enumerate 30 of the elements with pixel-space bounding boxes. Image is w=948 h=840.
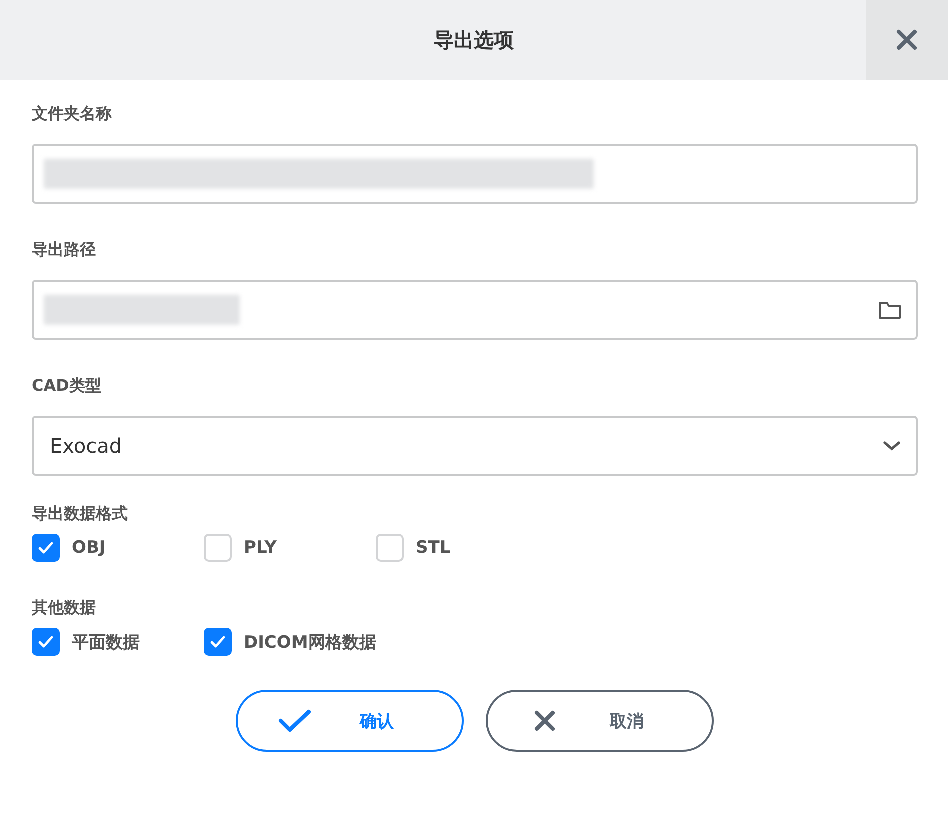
check-icon — [38, 634, 54, 650]
checkbox[interactable] — [376, 534, 404, 562]
checkbox-option[interactable]: OBJ — [32, 534, 204, 562]
path-field[interactable] — [32, 280, 918, 340]
check-icon — [210, 634, 226, 650]
field-label: 导出路径 — [32, 239, 97, 261]
checkbox-option[interactable]: 平面数据 — [32, 628, 204, 656]
close-icon — [896, 29, 918, 51]
checkbox[interactable] — [204, 628, 232, 656]
checkbox[interactable] — [32, 628, 60, 656]
checkbox-option[interactable]: DICOM网格数据 — [204, 628, 376, 656]
confirm-button[interactable]: 确认 — [236, 690, 464, 752]
check-icon — [278, 709, 312, 733]
check-icon — [38, 540, 54, 556]
checkbox-option[interactable]: PLY — [204, 534, 376, 562]
cancel-button[interactable]: 取消 — [486, 690, 714, 752]
folder-icon[interactable] — [878, 300, 902, 320]
field-label: CAD类型 — [32, 375, 102, 397]
cad-type-select[interactable]: Exocad — [32, 416, 918, 476]
checkbox[interactable] — [204, 534, 232, 562]
group-label: 导出数据格式 — [32, 503, 129, 525]
field-label: 文件夹名称 — [32, 103, 113, 125]
close-button[interactable] — [866, 0, 948, 80]
close-icon — [534, 710, 556, 732]
folder-name-field[interactable] — [32, 144, 918, 204]
checkbox-option[interactable]: STL — [376, 534, 548, 562]
chevron-down-icon — [882, 440, 902, 452]
group-label: 其他数据 — [32, 597, 97, 619]
checkbox[interactable] — [32, 534, 60, 562]
dialog-title: 导出选项 — [433, 26, 515, 54]
